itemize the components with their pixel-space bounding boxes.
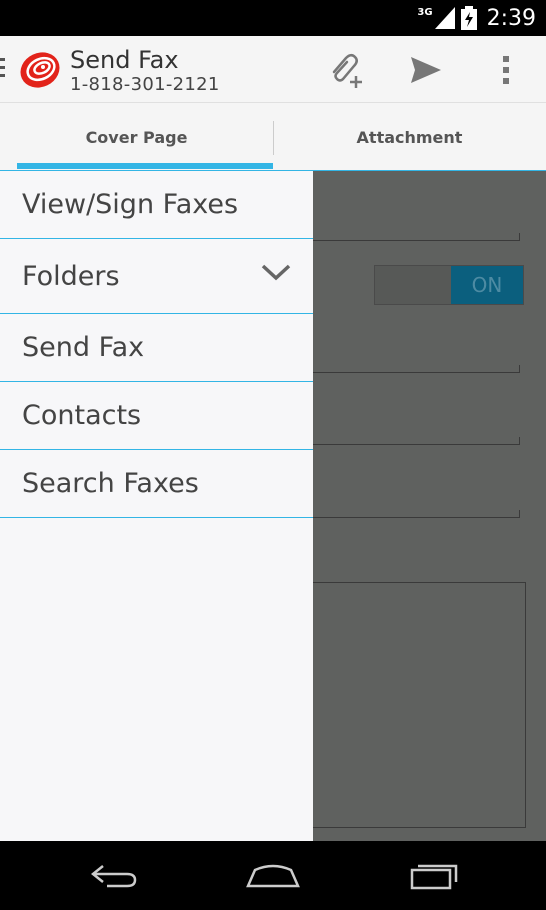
drawer-item-search-faxes[interactable]: Search Faxes (0, 450, 313, 518)
overflow-menu-icon (503, 56, 509, 84)
attach-button[interactable] (326, 50, 366, 90)
drawer-item-folders[interactable]: Folders (0, 239, 313, 314)
signal-icon (434, 7, 455, 29)
message-textarea (313, 582, 526, 828)
drawer-item-label: View/Sign Faxes (22, 189, 239, 220)
form-field-tick (519, 233, 520, 241)
recent-apps-button[interactable] (404, 855, 464, 895)
drawer-item-label: Send Fax (22, 332, 145, 363)
page-title: Send Fax (70, 46, 179, 74)
selected-tab-indicator (17, 163, 273, 169)
drawer-item-send-fax[interactable]: Send Fax (0, 314, 313, 382)
network-type: 3G (417, 6, 433, 18)
form-field-underline (313, 372, 520, 373)
tab-attachment[interactable]: Attachment (273, 103, 546, 171)
drawer-item-view-sign-faxes[interactable]: View/Sign Faxes (0, 171, 313, 239)
drawer-indicator-icon[interactable] (0, 58, 6, 82)
form-field-tick (519, 510, 520, 518)
drawer-item-label: Search Faxes (22, 468, 199, 499)
back-button[interactable] (84, 855, 144, 895)
home-button[interactable] (243, 855, 303, 895)
chevron-down-icon (261, 264, 291, 281)
recent-apps-icon (410, 864, 458, 890)
form-field-tick (519, 365, 520, 373)
toggle-on-label: ON (451, 266, 523, 304)
title-block: Send Fax 1-818-301-2121 (70, 46, 220, 96)
tab-bar: Cover Page Attachment (0, 103, 546, 172)
form-field-underline (313, 517, 520, 518)
send-icon (411, 57, 441, 83)
fax-number: 1-818-301-2121 (70, 74, 220, 95)
status-icons: 3G 2:39 (417, 0, 536, 36)
drawer-item-label: Folders (22, 260, 120, 292)
app-logo-icon[interactable] (18, 51, 62, 89)
form-field-underline (313, 444, 520, 445)
status-bar: 3G 2:39 (0, 0, 546, 36)
navigation-drawer: View/Sign Faxes Folders Send Fax Contact… (0, 171, 313, 841)
drawer-item-label: Contacts (22, 400, 142, 431)
attach-icon (332, 54, 362, 88)
form-field-tick (519, 437, 520, 445)
clock: 2:39 (486, 5, 536, 31)
form-field-underline (313, 240, 520, 241)
overflow-menu-button[interactable] (486, 50, 526, 90)
system-nav-bar (0, 841, 546, 910)
drawer-item-contacts[interactable]: Contacts (0, 382, 313, 450)
tab-cover-page[interactable]: Cover Page (0, 103, 273, 171)
battery-icon (460, 6, 477, 30)
action-bar: Send Fax 1-818-301-2121 (0, 36, 546, 103)
send-button[interactable] (406, 50, 446, 90)
home-icon (246, 864, 300, 888)
cover-page-toggle[interactable]: ON (374, 265, 524, 305)
back-icon (90, 865, 137, 888)
